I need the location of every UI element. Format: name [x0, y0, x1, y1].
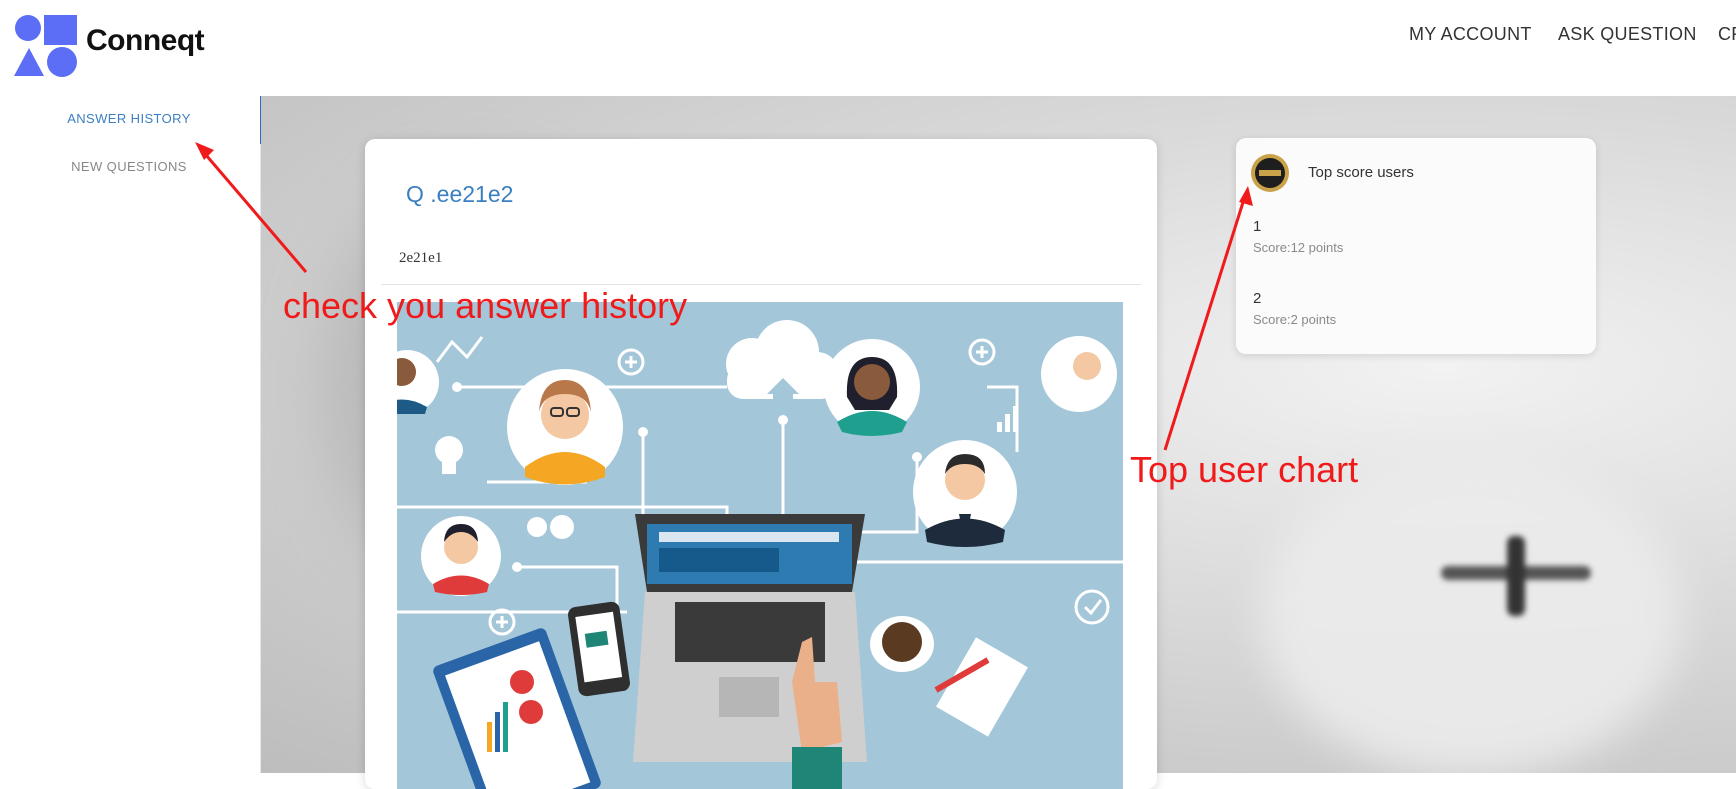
user-rank[interactable]: 1	[1253, 218, 1261, 235]
nav-my-account[interactable]: MY ACCOUNT	[1409, 24, 1532, 45]
annotation-answer-history: check you answer history	[283, 285, 688, 326]
sidebar-item-label: NEW QUESTIONS	[71, 159, 187, 174]
user-score: Score:12 points	[1253, 240, 1344, 255]
question-title[interactable]: Q .ee21e2	[406, 181, 513, 208]
user-rank[interactable]: 2	[1253, 290, 1261, 307]
nav-ask-question[interactable]: ASK QUESTION	[1558, 24, 1697, 45]
top-users-card: Top score users 1 Score:12 points 2 Scor…	[1236, 138, 1596, 354]
question-card[interactable]: Q .ee21e2 2e21e1	[365, 139, 1157, 789]
background-plus-shape	[1507, 536, 1525, 616]
sidebar: ANSWER HISTORY NEW QUESTIONS	[0, 96, 262, 773]
question-body: 2e21e1	[399, 250, 443, 266]
sidebar-item-answer-history[interactable]: ANSWER HISTORY	[0, 111, 258, 126]
background-blur	[1261, 456, 1681, 773]
annotation-top-user-chart: Top user chart	[1130, 449, 1359, 490]
sidebar-item-label: ANSWER HISTORY	[67, 111, 191, 126]
avatar	[421, 516, 501, 596]
avatar	[1041, 336, 1117, 412]
question-illustration	[397, 302, 1123, 789]
nav-item-truncated[interactable]: CR	[1718, 24, 1736, 45]
avatar	[824, 339, 920, 436]
top-users-title: Top score users	[1308, 164, 1414, 181]
brand-name[interactable]: Conneqt	[86, 24, 205, 58]
avatar	[507, 369, 623, 485]
conneqt-logo-icon[interactable]	[14, 14, 78, 78]
user-score: Score:2 points	[1253, 312, 1337, 327]
avatar	[913, 440, 1017, 547]
coffee-icon	[870, 616, 934, 672]
top-header: Conneqt MY ACCOUNT ASK QUESTION CR	[0, 0, 1736, 96]
expert-badge-icon	[1251, 154, 1289, 192]
sidebar-item-new-questions[interactable]: NEW QUESTIONS	[0, 159, 258, 174]
